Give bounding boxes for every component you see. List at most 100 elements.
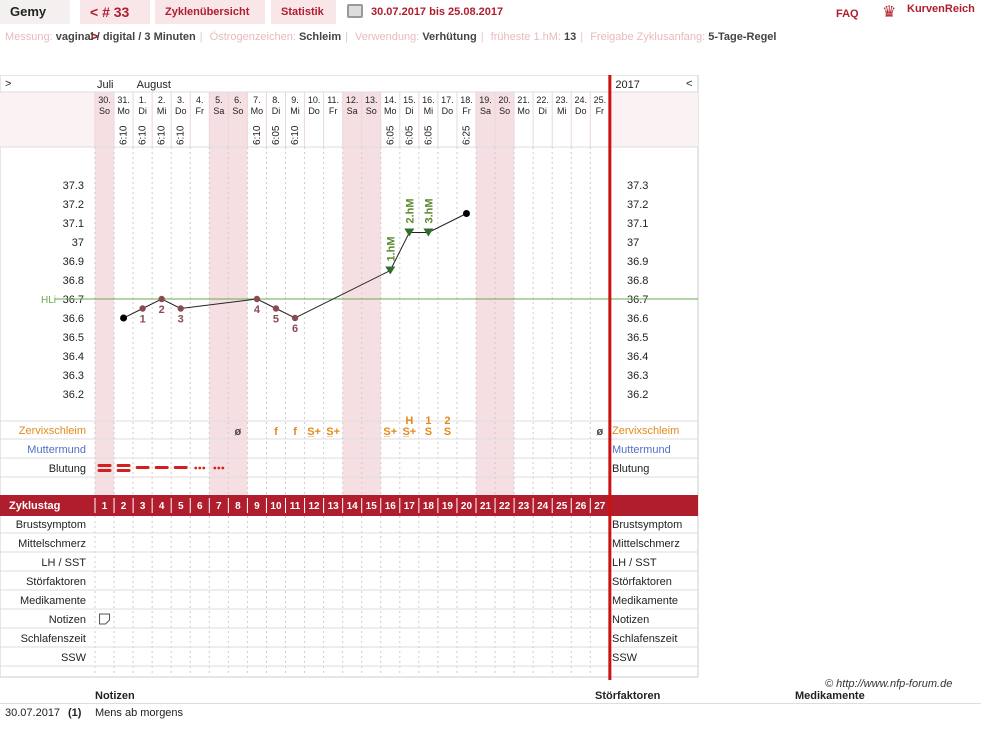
row-label-right: Blutung — [612, 463, 649, 475]
cycle-day-number: 12 — [309, 501, 321, 512]
day-weekday: Di — [272, 106, 281, 116]
cycle-chart: > Juli August 2017 <30.So31.Mo6:101.Di6:102.… — [0, 75, 699, 680]
temp-point — [120, 314, 128, 322]
y-tick-right: 37.3 — [627, 180, 648, 192]
bleeding-spot — [202, 466, 206, 470]
cycle-day-number: 11 — [290, 501, 301, 512]
row-label-left: Blutung — [49, 463, 86, 475]
row-label-left: Brustsymptom — [16, 519, 86, 531]
brand-name[interactable]: KurvenReich — [907, 3, 975, 15]
day-weekday: Do — [175, 106, 187, 116]
printer-icon[interactable] — [347, 4, 363, 18]
cycle-day-number: 25 — [556, 501, 568, 512]
profile-name[interactable]: Gemy — [0, 0, 70, 24]
row-label-left: Schlafenszeit — [21, 633, 86, 645]
measure-time: 6:05 — [423, 125, 434, 145]
coverline-label: HLi — [41, 295, 56, 306]
hm-label: 3.hM — [423, 198, 435, 223]
tab-cycle-overview[interactable]: Zyklenübersicht — [155, 0, 265, 24]
row-label-left: Mittelschmerz — [18, 538, 86, 550]
setting-value: Verhütung — [422, 31, 477, 43]
measure-time: 6:05 — [404, 125, 415, 145]
day-weekday: So — [499, 106, 510, 116]
y-tick-left: 36.5 — [63, 332, 84, 344]
cycle-selector[interactable]: < # 33 > — [80, 0, 150, 44]
top-bar: Gemy < # 33 > Zyklenübersicht Statistik … — [0, 0, 981, 44]
cycle-day-number: 1 — [102, 501, 108, 512]
cycle-day-number: 5 — [178, 501, 184, 512]
measure-time: 6:05 — [271, 125, 282, 145]
stoerfaktoren-col-header: Störfaktoren — [595, 690, 661, 702]
cycle-day-number: 9 — [254, 501, 260, 512]
day-weekday: Mo — [384, 106, 397, 116]
mucus-symbol: S̲+ — [402, 426, 416, 438]
day-date: 5. — [215, 95, 223, 105]
day-weekday: Mi — [557, 106, 567, 116]
day-date: 13. — [365, 95, 378, 105]
row-label-right: Medikamente — [612, 595, 678, 607]
row-label-right: Mittelschmerz — [612, 538, 680, 550]
temp-point-low — [177, 305, 184, 312]
temp-point-low — [291, 314, 299, 322]
day-weekday: Do — [442, 106, 454, 116]
temp-point-low — [158, 295, 165, 303]
y-tick-left: 37 — [72, 237, 84, 249]
y-tick-left: 36.8 — [63, 275, 84, 287]
row-label-left: Zervixschleim — [19, 425, 86, 437]
day-date: 17. — [441, 95, 454, 105]
day-weekday: Fr — [596, 106, 605, 116]
measure-time: 6:10 — [252, 125, 263, 145]
y-tick-right: 36.2 — [627, 389, 648, 401]
day-date: 16. — [422, 95, 435, 105]
mucus-symbol: S̲+ — [307, 426, 321, 438]
cycle-day-number: 16 — [385, 501, 397, 512]
day-weekday: Di — [138, 106, 147, 116]
day-date: 14. — [384, 95, 397, 105]
y-tick-right: 36.8 — [627, 275, 648, 287]
temp-point-low — [253, 295, 261, 303]
cycle-day-number: 6 — [197, 501, 203, 512]
settings-line: Messung: vaginal / digital / 3 Minuten | … — [5, 31, 777, 43]
y-tick-left: 36.9 — [63, 256, 84, 268]
day-date: 20. — [498, 95, 511, 105]
low-count-label: 1 — [140, 314, 146, 326]
day-date: 18. — [460, 95, 473, 105]
day-weekday: Do — [575, 106, 587, 116]
day-weekday: Sa — [213, 106, 224, 116]
y-tick-right: 36.6 — [627, 313, 648, 325]
cycle-day-number: 10 — [270, 501, 282, 512]
cycle-day-number: 19 — [442, 501, 454, 512]
copyright: © http://www.nfp-forum.de — [825, 678, 953, 690]
day-date: 8. — [272, 95, 280, 105]
month-label: August — [137, 79, 171, 91]
low-count-label: 3 — [178, 314, 184, 326]
cycle-day-number: 14 — [347, 501, 359, 512]
hm-label: 2.hM — [404, 198, 416, 223]
low-count-label: 6 — [292, 323, 298, 335]
mucus-symbol: f — [293, 426, 297, 438]
day-weekday: So — [366, 106, 377, 116]
temp-point-low — [139, 305, 146, 312]
row-label-right: Störfaktoren — [612, 576, 672, 588]
row-label-left: LH / SST — [41, 557, 86, 569]
weekend-column — [342, 92, 362, 495]
cycle-day-label: Zyklustag — [9, 500, 60, 512]
y-tick-left: 36.7 — [63, 294, 84, 306]
row-label-right: Notizen — [612, 614, 649, 626]
day-weekday: Sa — [480, 106, 491, 116]
day-date: 12. — [346, 95, 359, 105]
cycle-day-number: 7 — [216, 501, 222, 512]
day-weekday: Fr — [196, 106, 205, 116]
day-weekday: So — [99, 106, 110, 116]
day-date: 25. — [594, 95, 607, 105]
cycle-day-number: 22 — [499, 501, 511, 512]
setting-label: Östrogenzeichen: — [209, 31, 296, 43]
day-date: 15. — [403, 95, 416, 105]
tab-statistics[interactable]: Statistik — [271, 0, 336, 24]
y-tick-left: 37.3 — [63, 180, 84, 192]
day-date: 10. — [308, 95, 321, 105]
date-range: 30.07.2017 bis 25.08.2017 — [371, 6, 504, 18]
y-tick-left: 37.1 — [63, 218, 84, 230]
day-weekday: Mo — [517, 106, 530, 116]
faq-link[interactable]: FAQ — [836, 8, 859, 20]
